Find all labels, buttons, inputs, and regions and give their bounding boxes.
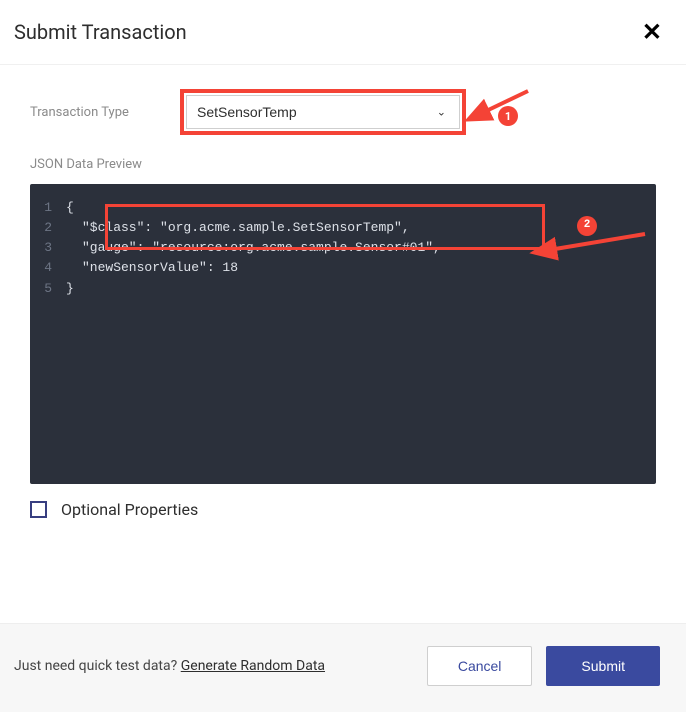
gutter-line: 1 (40, 198, 66, 218)
gutter-line: 3 (40, 238, 66, 258)
modal-footer: Just need quick test data? Generate Rand… (0, 623, 686, 712)
generate-random-data-link[interactable]: Generate Random Data (181, 658, 325, 674)
code-line: "$class": "org.acme.sample.SetSensorTemp… (66, 218, 410, 238)
annotation-arrow-1 (470, 83, 540, 123)
optional-properties-label: Optional Properties (61, 500, 198, 519)
submit-transaction-modal: Submit Transaction ✕ Transaction Type Se… (0, 0, 686, 712)
close-icon[interactable]: ✕ (636, 18, 668, 46)
modal-header: Submit Transaction ✕ (0, 0, 686, 65)
code-line: "gauge": "resource:org.acme.sample.Senso… (66, 238, 441, 258)
optional-properties-row: Optional Properties (30, 500, 656, 519)
gutter-line: 2 (40, 218, 66, 238)
optional-properties-checkbox[interactable] (30, 501, 47, 518)
json-editor[interactable]: 1{ 2"$class": "org.acme.sample.SetSensor… (30, 184, 656, 484)
footer-hint-text: Just need quick test data? (14, 658, 181, 674)
transaction-type-row: Transaction Type SetSensorTemp ⌄ (30, 89, 656, 135)
modal-body: Transaction Type SetSensorTemp ⌄ 1 JSON … (0, 65, 686, 529)
transaction-type-highlight: SetSensorTemp ⌄ (180, 89, 466, 135)
submit-button[interactable]: Submit (546, 646, 660, 686)
transaction-type-select[interactable]: SetSensorTemp (186, 95, 460, 129)
code-line: "newSensorValue": 18 (66, 258, 238, 278)
gutter-line: 4 (40, 258, 66, 278)
footer-hint: Just need quick test data? Generate Rand… (14, 658, 325, 674)
modal-title: Submit Transaction (14, 20, 187, 44)
gutter-line: 5 (40, 279, 66, 299)
code-line: } (66, 279, 74, 299)
json-preview-label: JSON Data Preview (30, 157, 656, 172)
cancel-button[interactable]: Cancel (427, 646, 533, 686)
code-line: { (66, 198, 74, 218)
transaction-type-label: Transaction Type (30, 105, 180, 120)
